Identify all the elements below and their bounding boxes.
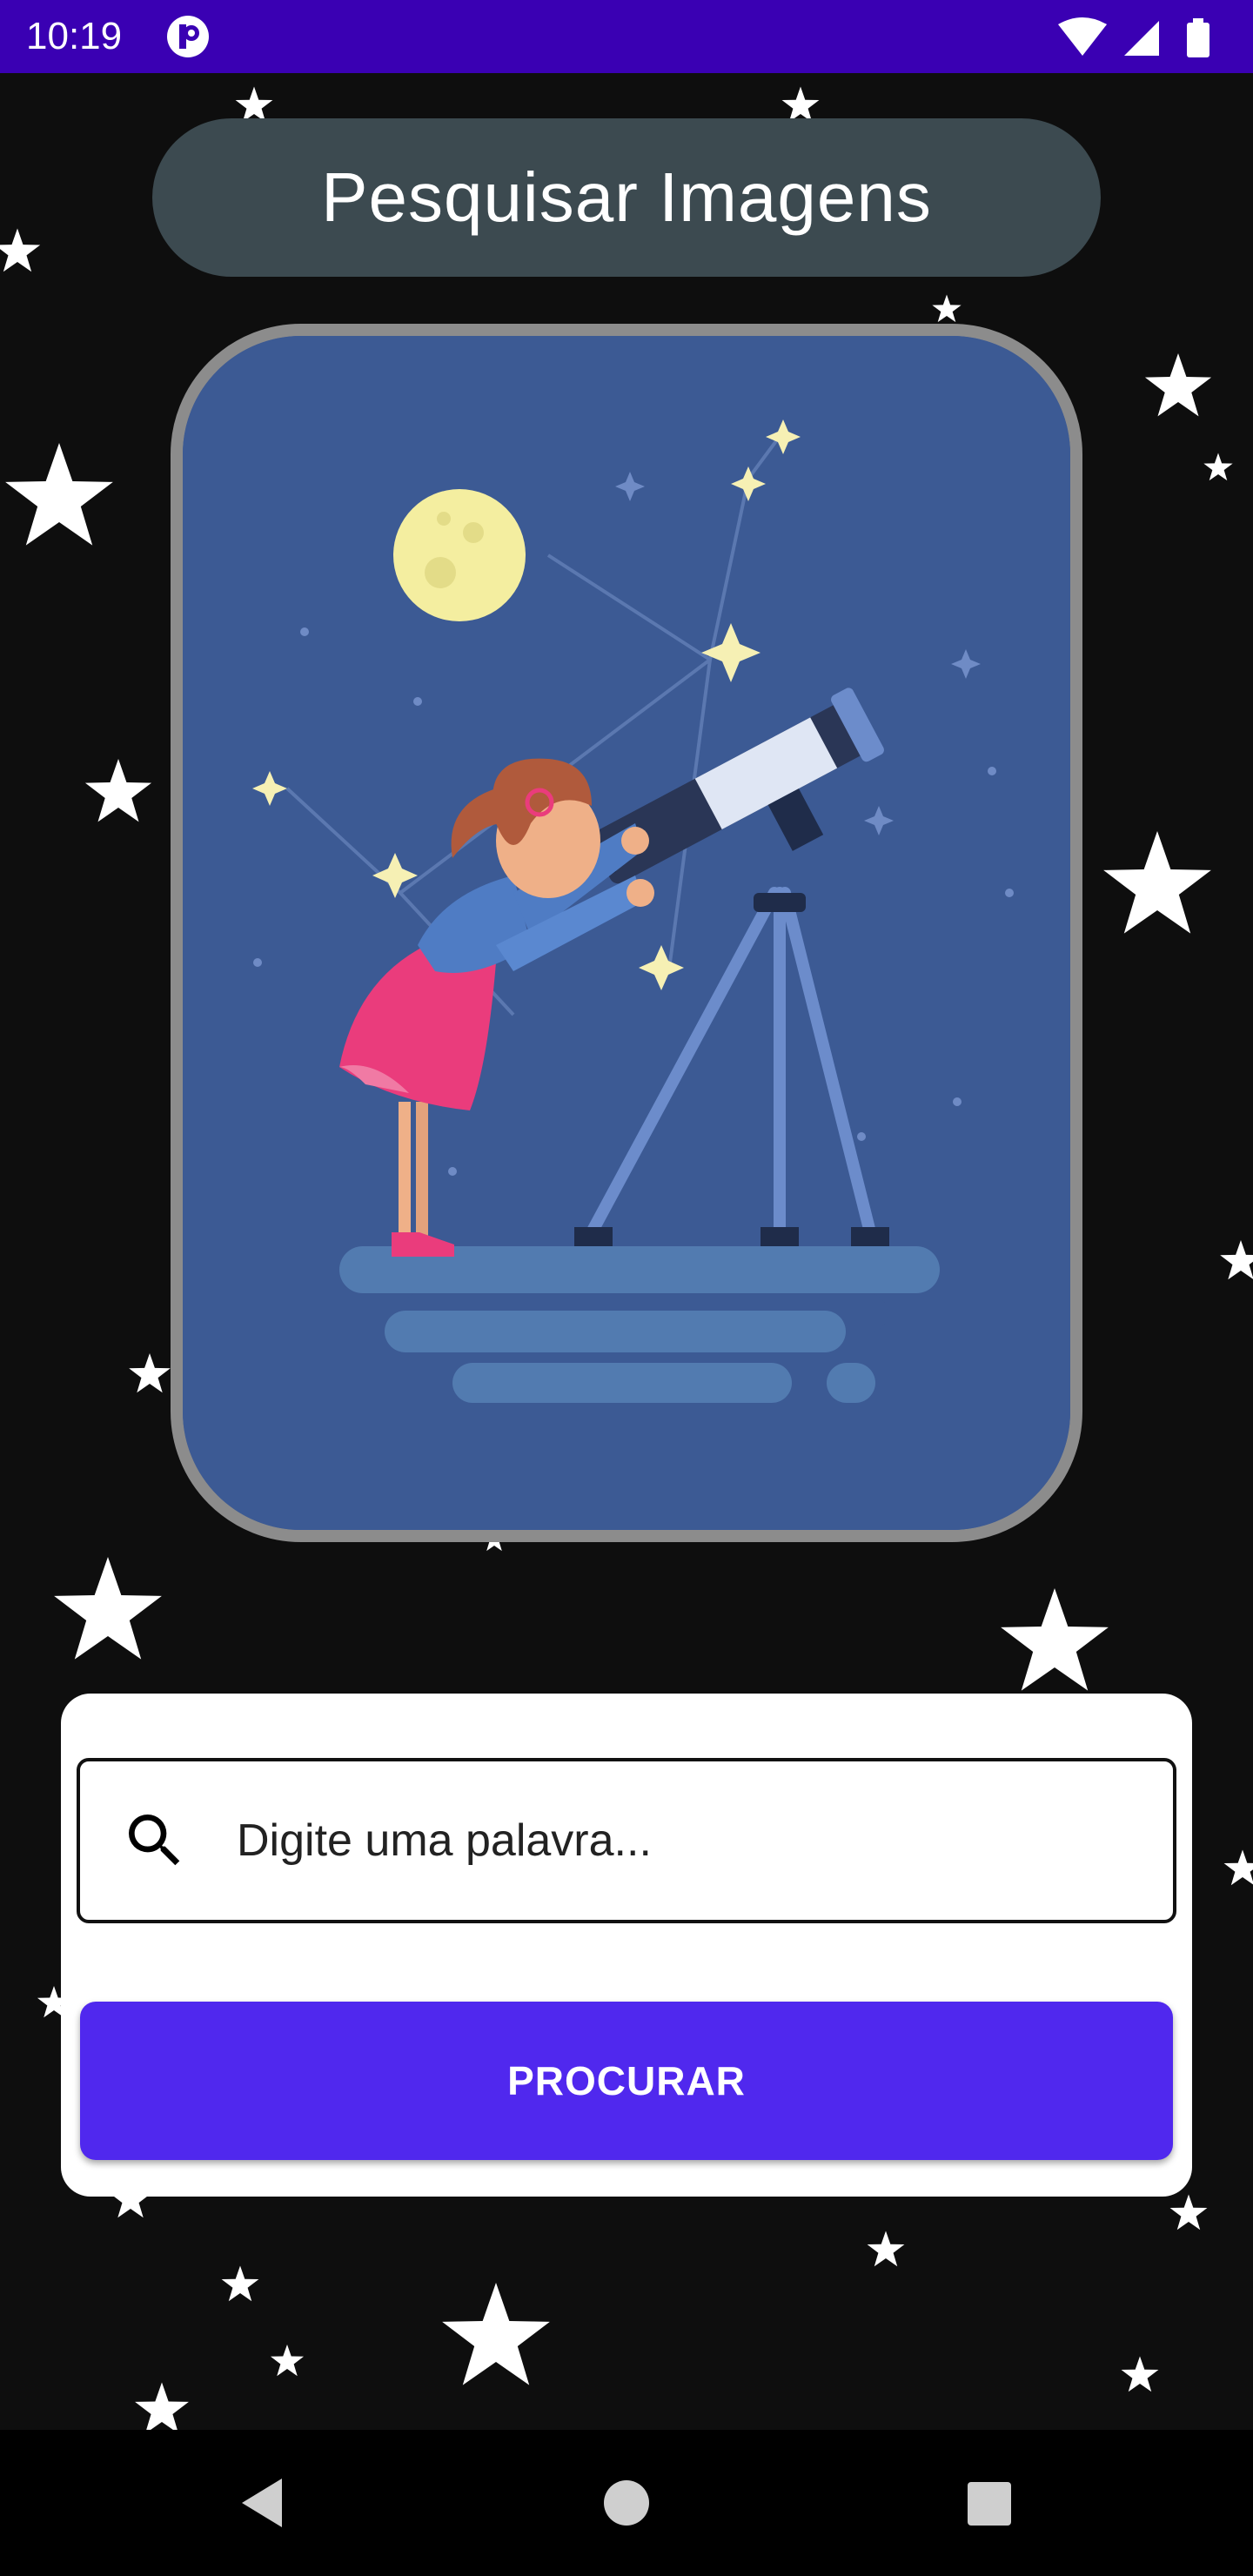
app-notification-icon: [167, 16, 209, 57]
system-icons: [1058, 17, 1209, 57]
battery-icon: [1187, 18, 1209, 57]
recents-icon[interactable]: [957, 2472, 1020, 2534]
illustration-frame: [171, 324, 1082, 1542]
search-input[interactable]: [235, 1814, 1109, 1868]
signal-icon: [1124, 21, 1159, 56]
girl-telescope-illustration: [183, 336, 1070, 1530]
status-time: 10:19: [26, 15, 123, 57]
page-title: Pesquisar Imagens: [321, 158, 932, 236]
search-field[interactable]: [77, 1758, 1176, 1923]
home-icon[interactable]: [595, 2472, 658, 2534]
back-icon[interactable]: [231, 2472, 294, 2534]
navigation-bar: [0, 2430, 1253, 2576]
page-title-banner: Pesquisar Imagens: [152, 118, 1101, 277]
search-icon: [129, 1815, 180, 1866]
moon: [393, 489, 526, 621]
wifi-icon: [1058, 17, 1107, 56]
status-bar: 10:19: [0, 0, 1253, 73]
search-button[interactable]: PROCURAR: [80, 2002, 1173, 2160]
search-card: PROCURAR: [61, 1694, 1192, 2197]
